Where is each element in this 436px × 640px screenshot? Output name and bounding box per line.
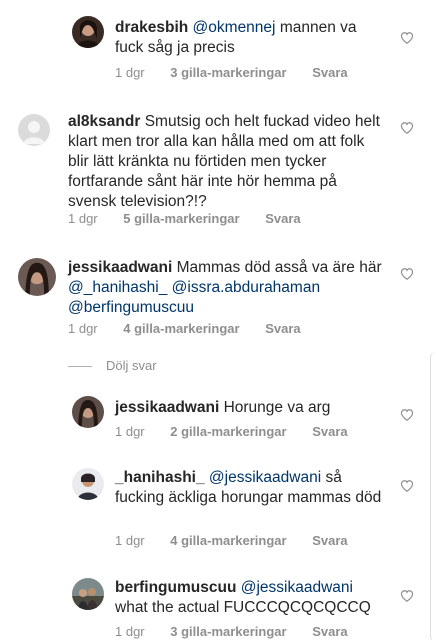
reply-button[interactable]: Svara	[312, 624, 347, 639]
hide-replies-toggle[interactable]: Dölj svar	[68, 358, 157, 373]
reply-body: what the actual FUCCCQCQCQCCQ	[115, 599, 371, 616]
comment-body: Mammas död asså va äre här	[176, 259, 382, 276]
reply-text: berfingumuscuu @jessikaadwani what the a…	[115, 578, 385, 618]
reply-username[interactable]: jessikaadwani	[115, 399, 219, 416]
reply-time: 1 dgr	[115, 624, 145, 639]
comment-username[interactable]: drakesbih	[115, 19, 188, 36]
heart-outline-icon[interactable]	[400, 479, 414, 493]
hide-replies-label: Dölj svar	[106, 358, 157, 373]
comment-time: 1 dgr	[115, 65, 145, 80]
reply-button[interactable]: Svara	[312, 533, 347, 548]
comment-mention[interactable]: @issra.abdurahaman	[172, 279, 320, 296]
comment-text: drakesbih @okmennej mannen va fuck såg j…	[115, 18, 377, 58]
comment-time: 1 dgr	[68, 211, 98, 226]
reply-meta: 1 dgr 2 gilla-markeringar Svara	[115, 424, 370, 439]
scrollbar[interactable]	[430, 352, 436, 640]
reply-likes[interactable]: 3 gilla-markeringar	[170, 624, 286, 639]
comment-meta: 1 dgr 5 gilla-markeringar Svara	[68, 211, 323, 226]
reply-button[interactable]: Svara	[312, 424, 347, 439]
reply-body: Horunge va arg	[223, 399, 331, 416]
reply-time: 1 dgr	[115, 424, 145, 439]
comment-meta: 1 dgr 4 gilla-markeringar Svara	[68, 321, 323, 336]
comment-time: 1 dgr	[68, 321, 98, 336]
avatar[interactable]	[72, 578, 104, 610]
reply-likes[interactable]: 2 gilla-markeringar	[170, 424, 286, 439]
default-avatar-icon[interactable]	[18, 114, 50, 146]
heart-outline-icon[interactable]	[400, 31, 414, 45]
comment-meta: 1 dgr 3 gilla-markeringar Svara	[115, 65, 370, 80]
heart-outline-icon[interactable]	[400, 589, 414, 603]
reply-text: jessikaadwani Horunge va arg	[115, 398, 385, 418]
reply-button[interactable]: Svara	[312, 65, 347, 80]
heart-outline-icon[interactable]	[400, 121, 414, 135]
reply-mention[interactable]: @jessikaadwani	[209, 469, 321, 486]
reply-button[interactable]: Svara	[265, 211, 300, 226]
comment-text: jessikaadwani Mammas död asså va äre här…	[68, 258, 388, 318]
avatar[interactable]	[72, 16, 104, 48]
heart-outline-icon[interactable]	[400, 267, 414, 281]
comment-text: al8ksandr Smutsig och helt fuckad video …	[68, 112, 383, 212]
heart-outline-icon[interactable]	[400, 408, 414, 422]
comment-mention[interactable]: @_hanihashi_	[68, 279, 167, 296]
reply-time: 1 dgr	[115, 533, 145, 548]
reply-username[interactable]: berfingumuscuu	[115, 579, 236, 596]
reply-meta: 1 dgr 3 gilla-markeringar Svara	[115, 624, 370, 639]
reply-meta: 1 dgr 4 gilla-markeringar Svara	[115, 533, 370, 548]
comment-username[interactable]: jessikaadwani	[68, 259, 172, 276]
comment-likes[interactable]: 5 gilla-markeringar	[123, 211, 239, 226]
comment-username[interactable]: al8ksandr	[68, 113, 140, 130]
avatar[interactable]	[18, 258, 56, 296]
reply-likes[interactable]: 4 gilla-markeringar	[170, 533, 286, 548]
comment-mention[interactable]: @okmennej	[193, 19, 276, 36]
reply-button[interactable]: Svara	[265, 321, 300, 336]
reply-username[interactable]: _hanihashi_	[115, 469, 205, 486]
reply-text: _hanihashi_ @jessikaadwani så fucking äc…	[115, 468, 387, 508]
divider	[68, 366, 92, 368]
comment-likes[interactable]: 3 gilla-markeringar	[170, 65, 286, 80]
comment-mention[interactable]: @berfingumuscuu	[68, 299, 194, 316]
comment-likes[interactable]: 4 gilla-markeringar	[123, 321, 239, 336]
avatar[interactable]	[72, 468, 104, 500]
reply-mention[interactable]: @jessikaadwani	[241, 579, 353, 596]
avatar[interactable]	[72, 396, 104, 428]
